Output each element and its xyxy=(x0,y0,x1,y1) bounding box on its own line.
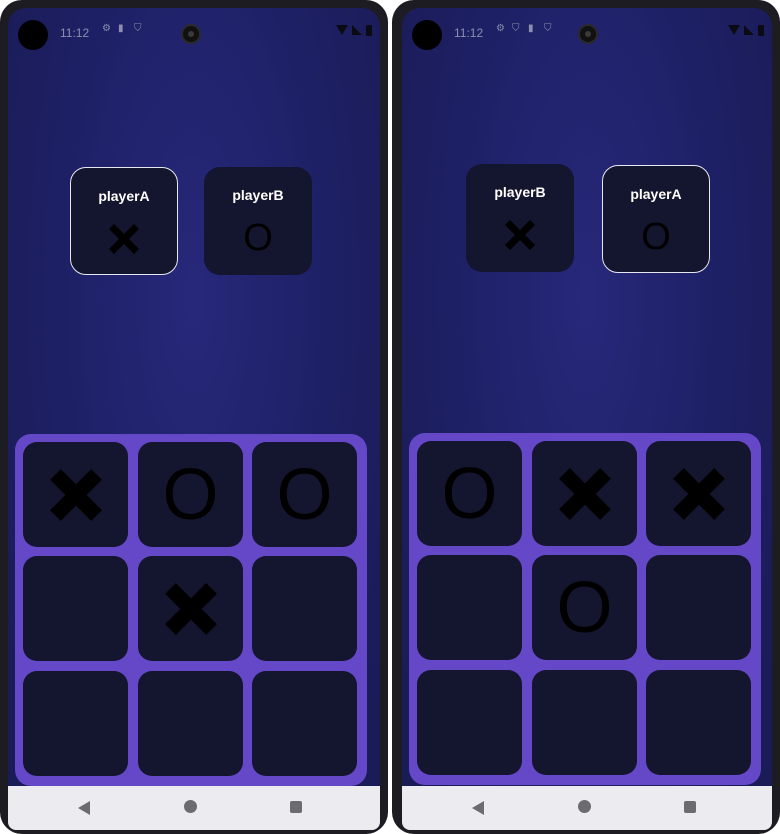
recents-icon[interactable] xyxy=(290,801,302,813)
player-name: playerA xyxy=(630,186,682,202)
back-icon[interactable] xyxy=(472,801,484,815)
x-mark-icon xyxy=(672,467,725,520)
status-icons: ⚙ ▮ ⛉ xyxy=(102,24,144,34)
player-mark-x xyxy=(466,212,574,258)
board-cell-6[interactable] xyxy=(252,556,357,661)
board-cell-2[interactable]: O xyxy=(138,442,243,547)
camera-cutout xyxy=(578,24,598,44)
x-mark-icon xyxy=(109,224,139,254)
x-mark-icon xyxy=(558,467,611,520)
board-cell-6[interactable] xyxy=(646,555,751,660)
player-mark-o: O xyxy=(243,217,273,259)
player-mark-o: O xyxy=(641,216,671,258)
player-mark-x xyxy=(71,216,177,262)
player-name: playerA xyxy=(98,188,150,204)
shield-icon: ⛉ xyxy=(134,23,142,34)
board-cell-4[interactable] xyxy=(23,556,128,661)
board-cell-3[interactable]: O xyxy=(252,442,357,547)
board-cell-3[interactable] xyxy=(646,441,751,546)
board-cell-9[interactable] xyxy=(252,671,357,776)
player-card-playerb: playerB O xyxy=(204,167,312,275)
x-mark-icon xyxy=(164,582,217,635)
board-cell-5[interactable]: O xyxy=(532,555,637,660)
navigation-bar xyxy=(8,786,380,830)
x-mark-icon xyxy=(505,220,535,250)
sim-card-icon: ▮ xyxy=(528,23,534,34)
board-cell-2[interactable] xyxy=(532,441,637,546)
status-bar: 11:12 ⚙ ▮ ⛉ xyxy=(8,8,380,56)
board-cell-1[interactable]: O xyxy=(417,441,522,546)
screen: 11:12 ⚙ ⛉ ▮ ⛉ playerB playerA O O O xyxy=(402,8,772,830)
gear-icon: ⚙ xyxy=(102,23,111,34)
battery-icon xyxy=(366,25,372,36)
gear-icon: ⚙ xyxy=(496,23,505,34)
board-cell-8[interactable] xyxy=(138,671,243,776)
system-status-icons xyxy=(728,25,764,36)
status-bar: 11:12 ⚙ ⛉ ▮ ⛉ xyxy=(402,8,772,56)
board-cell-4[interactable] xyxy=(417,555,522,660)
phone-left: 11:12 ⚙ ▮ ⛉ playerA playerB O O O xyxy=(0,0,388,834)
recents-icon[interactable] xyxy=(684,801,696,813)
board-cell-7[interactable] xyxy=(417,670,522,775)
camera-cutout xyxy=(181,24,201,44)
status-time: 11:12 xyxy=(454,26,484,40)
game-board: O O xyxy=(15,434,367,786)
sim-card-icon: ▮ xyxy=(118,23,124,34)
status-icons: ⚙ ⛉ ▮ ⛉ xyxy=(496,24,554,34)
board-cell-8[interactable] xyxy=(532,670,637,775)
navigation-bar xyxy=(402,786,772,830)
signal-icon xyxy=(744,25,754,35)
x-mark-icon xyxy=(49,468,102,521)
player-name: playerB xyxy=(494,184,546,200)
system-status-icons xyxy=(336,25,372,36)
player-name: playerB xyxy=(232,187,284,203)
player-card-playera: playerA O xyxy=(602,165,710,273)
board-cell-9[interactable] xyxy=(646,670,751,775)
wifi-icon xyxy=(336,25,348,35)
phone-right: 11:12 ⚙ ⛉ ▮ ⛉ playerB playerA O O O xyxy=(392,0,780,834)
avatar xyxy=(412,20,442,50)
shield-icon: ⛉ xyxy=(544,23,552,34)
signal-icon xyxy=(352,25,362,35)
battery-icon xyxy=(758,25,764,36)
home-icon[interactable] xyxy=(578,800,591,813)
back-icon[interactable] xyxy=(78,801,90,815)
status-time: 11:12 xyxy=(60,26,90,40)
game-board: O O xyxy=(409,433,761,785)
avatar xyxy=(18,20,48,50)
screen: 11:12 ⚙ ▮ ⛉ playerA playerB O O O xyxy=(8,8,380,830)
player-card-playerb: playerB xyxy=(466,164,574,272)
wifi-icon xyxy=(728,25,740,35)
home-icon[interactable] xyxy=(184,800,197,813)
player-card-playera: playerA xyxy=(70,167,178,275)
board-cell-7[interactable] xyxy=(23,671,128,776)
board-cell-5[interactable] xyxy=(138,556,243,661)
board-cell-1[interactable] xyxy=(23,442,128,547)
shield-icon: ⛉ xyxy=(512,23,520,34)
